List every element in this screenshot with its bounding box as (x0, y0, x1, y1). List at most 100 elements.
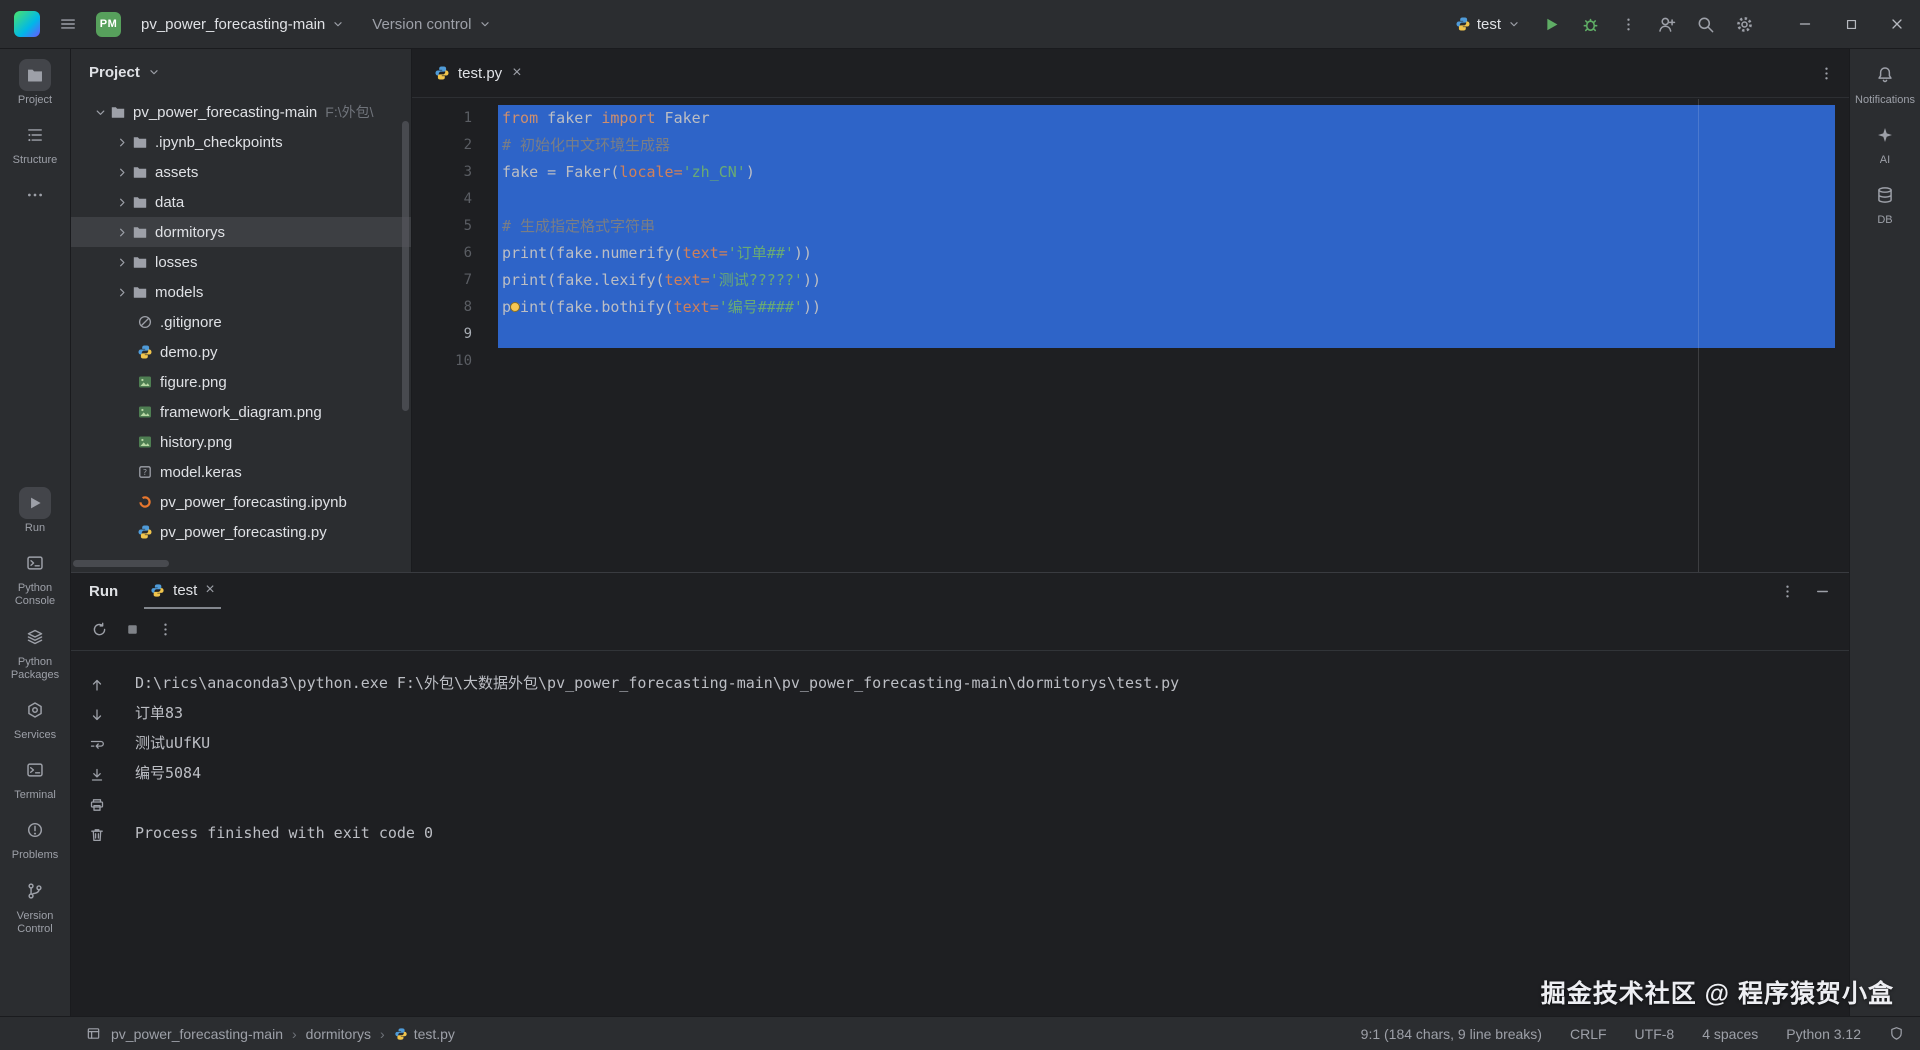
project-tree-item-dormitorys[interactable]: dormitorys (71, 217, 411, 247)
run-options-icon[interactable] (1779, 583, 1796, 600)
project-tree-item--ipynb-checkpoints[interactable]: .ipynb_checkpoints (71, 127, 411, 157)
code-with-me-icon[interactable] (1651, 9, 1682, 40)
indent-style[interactable]: 4 spaces (1702, 1026, 1758, 1042)
run-tab-test[interactable]: test × (144, 573, 221, 609)
tool-stripe-python-packages[interactable]: Python Packages (0, 621, 70, 682)
tool-stripe-services[interactable]: Services (0, 694, 70, 742)
minimize-button[interactable] (1782, 0, 1828, 48)
line-number[interactable]: 8 (412, 294, 498, 321)
tool-stripe-label: Problems (12, 849, 58, 862)
project-horizontal-scrollbar[interactable] (73, 560, 169, 567)
search-icon[interactable] (1690, 9, 1721, 40)
main-menu-icon[interactable] (53, 9, 83, 39)
settings-icon[interactable] (1729, 9, 1760, 40)
run-button[interactable] (1536, 9, 1567, 40)
line-number[interactable]: 6 (412, 240, 498, 267)
project-tree-root[interactable]: pv_power_forecasting-mainF:\外包\ (71, 97, 411, 127)
code-line[interactable]: print(fake.numerify(text='订单##')) (498, 240, 1835, 267)
tool-stripe-run[interactable]: Run (0, 487, 70, 535)
file-encoding[interactable]: UTF-8 (1635, 1026, 1675, 1042)
line-number[interactable]: 1 (412, 105, 498, 132)
close-tab-icon[interactable]: × (512, 64, 521, 82)
console-output[interactable]: D:\rics\anaconda3\python.exe F:\外包\大数据外包… (71, 652, 1849, 1016)
project-tree-item--gitignore[interactable]: .gitignore (71, 307, 411, 337)
line-number[interactable]: 9 (412, 321, 498, 348)
project-tree-item-history-png[interactable]: history.png (71, 427, 411, 457)
line-number[interactable]: 10 (412, 348, 498, 375)
line-number[interactable]: 3 (412, 159, 498, 186)
project-tree-item-data[interactable]: data (71, 187, 411, 217)
code-line[interactable]: # 生成指定格式字符串 (498, 213, 1835, 240)
hide-panel-icon[interactable] (1814, 583, 1831, 600)
project-tool-window: Project pv_power_forecasting-mainF:\外包\.… (71, 49, 412, 572)
tool-stripe-problems[interactable]: Problems (0, 814, 70, 862)
line-number[interactable]: 4 (412, 186, 498, 213)
tool-stripe-project[interactable]: Project (0, 59, 70, 107)
tree-item-label: pv_power_forecasting-main (133, 104, 317, 121)
project-tree-item-models[interactable]: models (71, 277, 411, 307)
line-number[interactable]: 5 (412, 213, 498, 240)
code-line[interactable] (498, 186, 1835, 213)
tool-stripe-version-control[interactable]: Version Control (0, 875, 70, 936)
breakpoint-dot-icon[interactable] (510, 302, 520, 312)
rerun-button[interactable] (91, 621, 108, 638)
editor-options-icon[interactable] (1814, 61, 1839, 86)
project-tree-item-figure-png[interactable]: figure.png (71, 367, 411, 397)
run-config-selector[interactable]: test (1448, 11, 1528, 38)
project-tree-item-pv-power-forecasting-py[interactable]: pv_power_forecasting.py (71, 517, 411, 547)
debug-button[interactable] (1575, 9, 1606, 40)
python-icon (394, 1027, 408, 1041)
project-tree-item-demo-py[interactable]: demo.py (71, 337, 411, 367)
code-line[interactable]: # 初始化中文环境生成器 (498, 132, 1835, 159)
tool-stripe-database[interactable]: DB (1850, 179, 1920, 227)
run-config-name: test (1477, 16, 1501, 33)
stop-button[interactable] (124, 621, 141, 638)
code-line[interactable] (498, 348, 1835, 375)
tool-stripe-more-tools[interactable] (0, 179, 70, 211)
tool-stripe-notifications[interactable]: Notifications (1850, 59, 1920, 107)
python-interpreter[interactable]: Python 3.12 (1786, 1026, 1861, 1042)
code-line[interactable]: print(fake.lexify(text='测试?????')) (498, 267, 1835, 294)
project-tree-item-framework-diagram-png[interactable]: framework_diagram.png (71, 397, 411, 427)
more-actions-icon[interactable] (1614, 10, 1643, 39)
tool-stripe-ai-assistant[interactable]: AI (1850, 119, 1920, 167)
project-tree-item-losses[interactable]: losses (71, 247, 411, 277)
line-ending[interactable]: CRLF (1570, 1026, 1607, 1042)
project-switcher[interactable]: pv_power_forecasting-main (134, 11, 352, 38)
project-tree-item-assets[interactable]: assets (71, 157, 411, 187)
tool-stripe-terminal[interactable]: Terminal (0, 754, 70, 802)
tool-stripe-structure[interactable]: Structure (0, 119, 70, 167)
caret-position[interactable]: 9:1 (184 chars, 9 line breaks) (1361, 1026, 1542, 1042)
editor-tab-testpy[interactable]: test.py × (422, 49, 534, 97)
vcs-widget[interactable]: Version control (365, 11, 498, 38)
tool-stripe-label: Structure (13, 154, 58, 167)
project-avatar[interactable]: PM (96, 12, 121, 37)
maximize-button[interactable] (1828, 0, 1874, 48)
code-line[interactable] (498, 321, 1835, 348)
code-line[interactable]: print(fake.bothify(text='编号####')) (498, 294, 1835, 321)
run-more-icon[interactable] (157, 621, 174, 638)
breadcrumb-separator: › (292, 1026, 297, 1042)
tree-item-label: data (155, 194, 184, 211)
code-line[interactable]: fake = Faker(locale='zh_CN') (498, 159, 1835, 186)
close-run-tab-icon[interactable]: × (205, 581, 214, 599)
breadcrumb-item[interactable]: pv_power_forecasting-main (111, 1026, 283, 1042)
tool-stripe-python-console[interactable]: Python Console (0, 547, 70, 608)
breadcrumb-item[interactable]: test.py (394, 1026, 455, 1042)
line-number[interactable]: 2 (412, 132, 498, 159)
status-indicator-icon[interactable] (1889, 1026, 1904, 1041)
close-button[interactable] (1874, 0, 1920, 48)
code-area[interactable]: 1from faker import Faker2# 初始化中文环境生成器3fa… (412, 99, 1835, 572)
pycharm-logo-icon (14, 11, 40, 37)
run-panel-title[interactable]: Run (89, 583, 118, 600)
line-number[interactable]: 7 (412, 267, 498, 294)
project-panel-header[interactable]: Project (71, 49, 411, 95)
project-tree-item-model-keras[interactable]: ?model.keras (71, 457, 411, 487)
breadcrumb-separator: › (380, 1026, 385, 1042)
code-line[interactable]: from faker import Faker (498, 105, 1835, 132)
project-tree-item-pv-power-forecasting-ipynb[interactable]: pv_power_forecasting.ipynb (71, 487, 411, 517)
project-vertical-scrollbar[interactable] (402, 121, 409, 411)
breadcrumb-item[interactable]: dormitorys (306, 1026, 371, 1042)
svg-text:?: ? (143, 468, 147, 477)
tool-window-layout-icon[interactable] (86, 1026, 101, 1041)
